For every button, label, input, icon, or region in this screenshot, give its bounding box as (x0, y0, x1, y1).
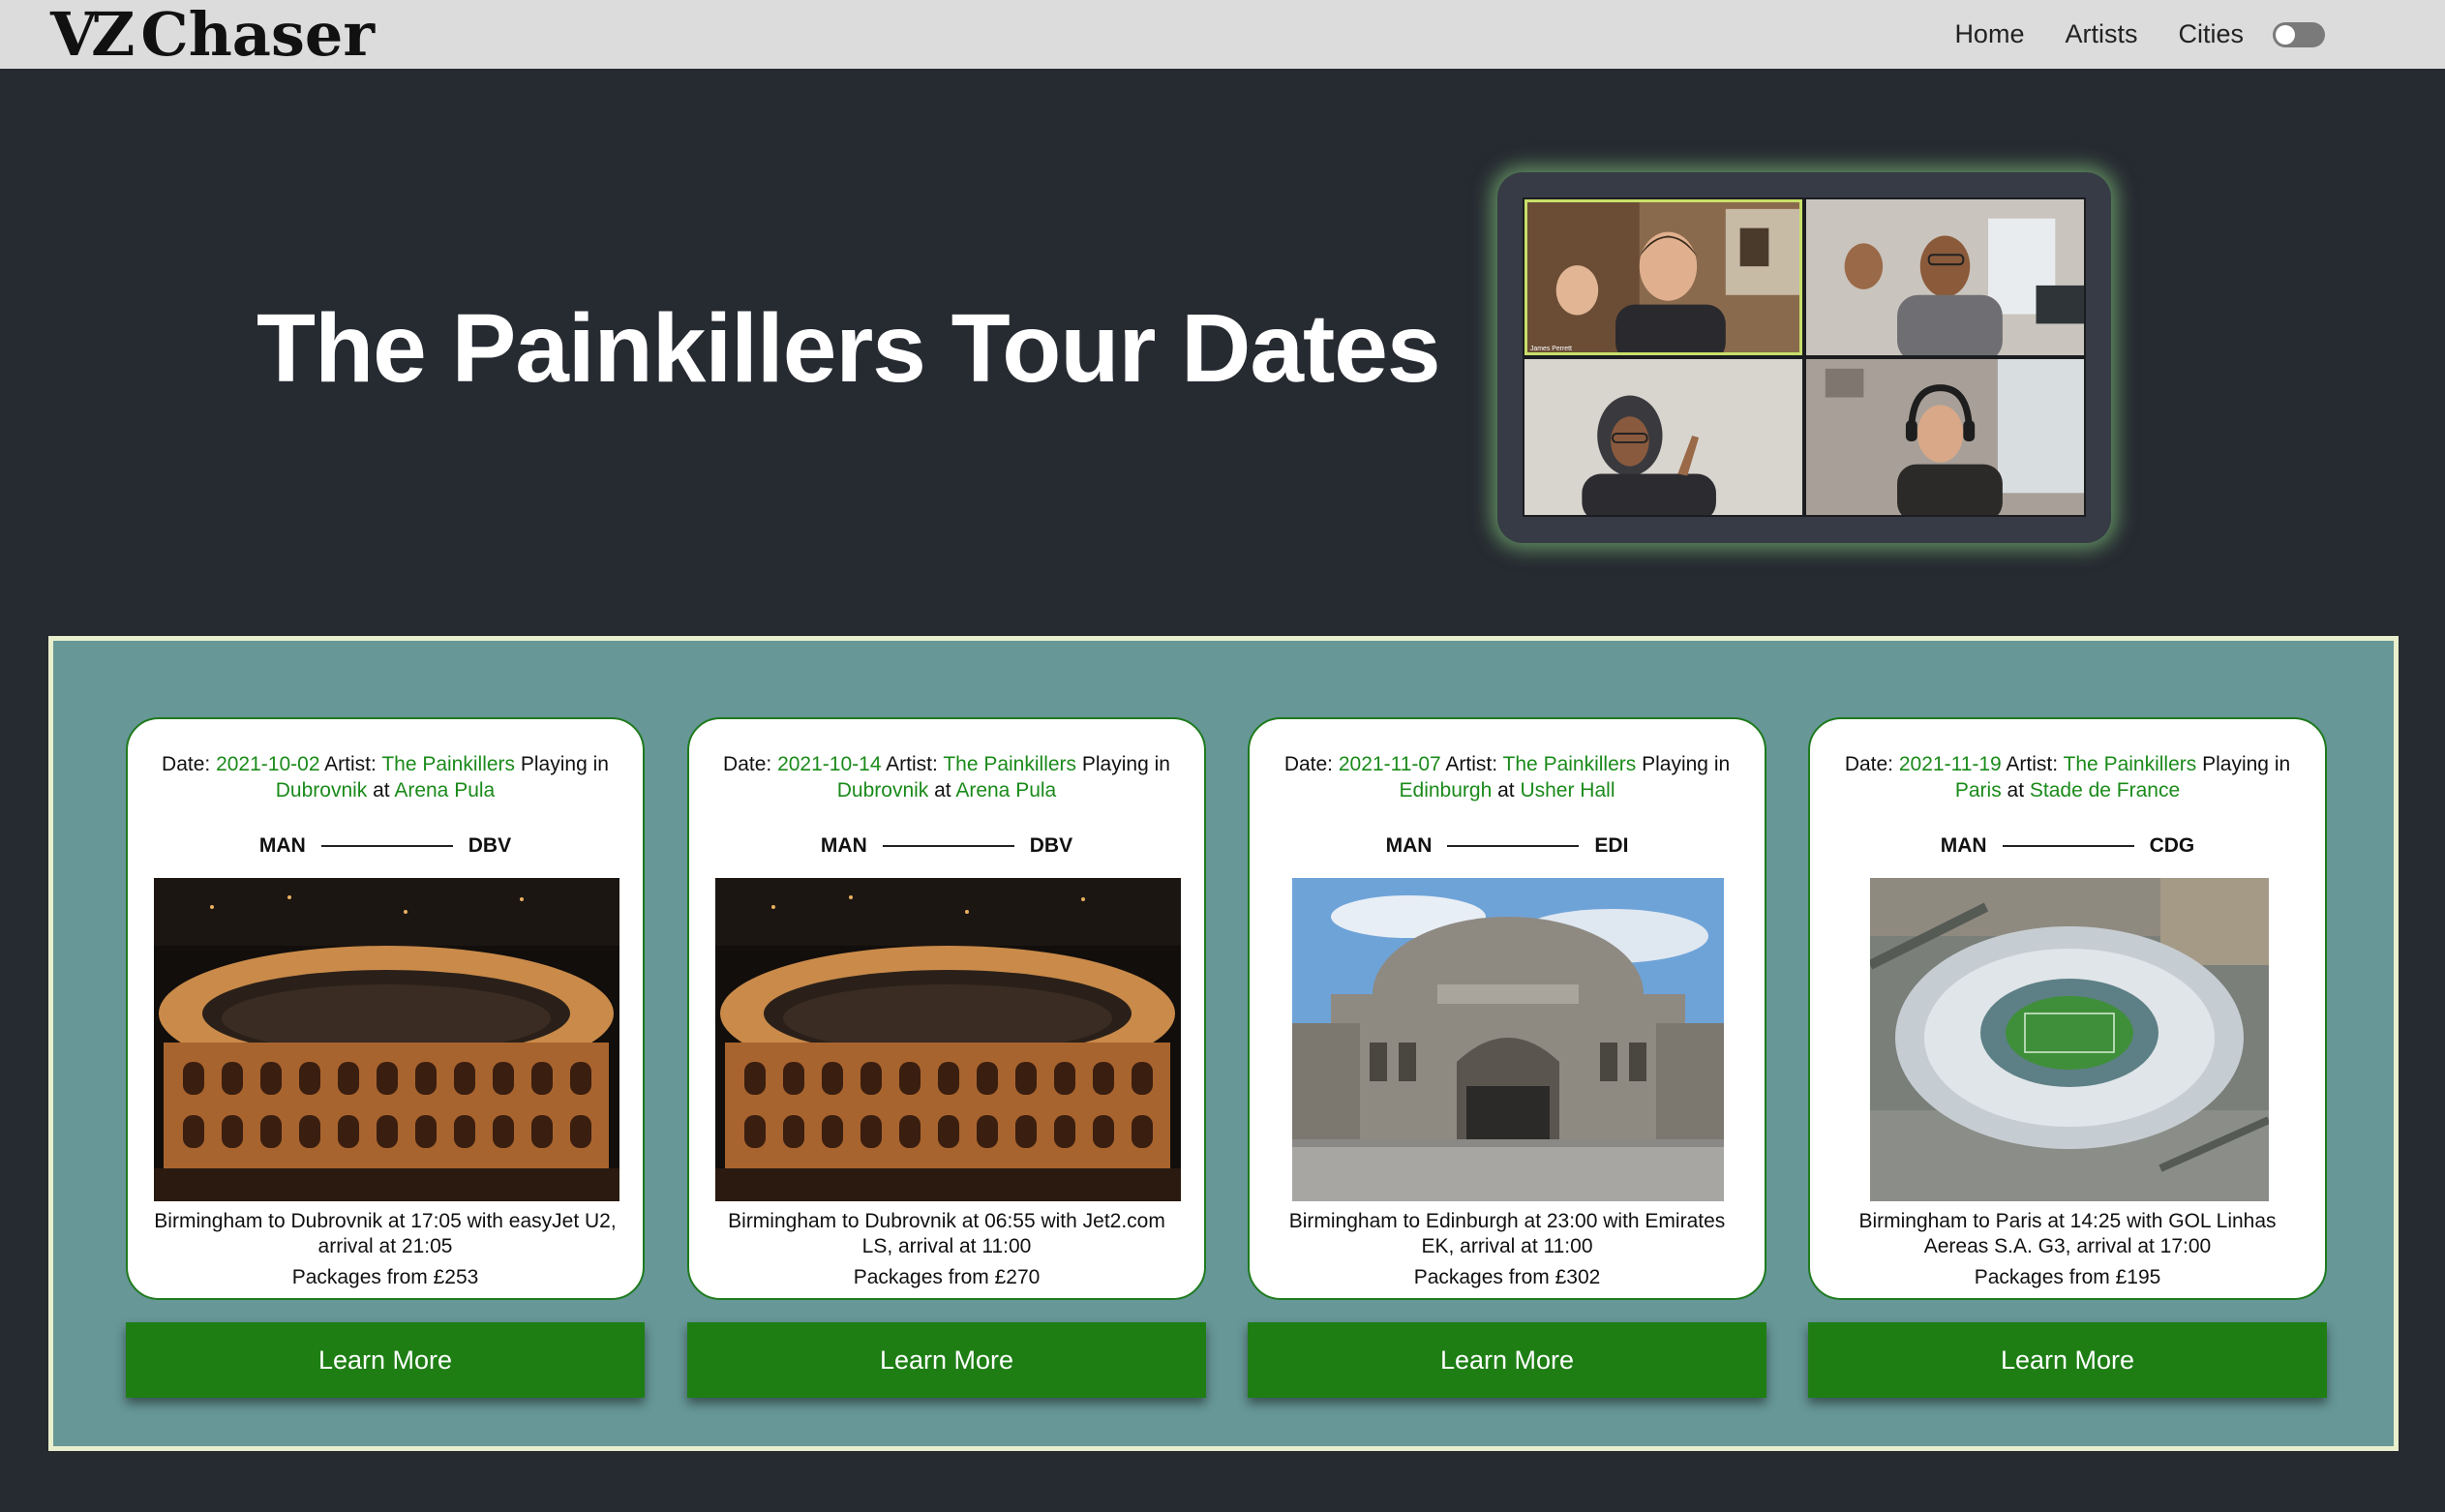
nav-link-home[interactable]: Home (1954, 19, 2024, 49)
flight-details: Birmingham to Paris at 14:25 with GOL Li… (1858, 1210, 2277, 1257)
event-date[interactable]: 2021-11-19 (1899, 753, 2002, 775)
date-label: Date: (162, 753, 217, 775)
event-date[interactable]: 2021-11-07 (1339, 753, 1441, 775)
at-label: at (2001, 779, 2030, 801)
learn-more-button[interactable]: Learn More (687, 1322, 1206, 1398)
venue-image (1292, 878, 1724, 1201)
dark-mode-toggle[interactable] (2273, 21, 2325, 47)
event-venue[interactable]: Stade de France (2030, 779, 2180, 801)
playing-label: Playing in (515, 753, 609, 775)
date-label: Date: (1283, 753, 1339, 775)
learn-more-button[interactable]: Learn More (1808, 1322, 2327, 1398)
route-line (320, 845, 453, 847)
svg-text:James Perrett: James Perrett (1530, 346, 1572, 352)
origin-airport-code: MAN (1940, 834, 1987, 857)
event-city[interactable]: Dubrovnik (837, 779, 929, 801)
event-info: Date: 2021-10-14 Artist: The Painkillers… (709, 751, 1185, 803)
tour-date-card: Date: 2021-10-02 Artist: The Painkillers… (126, 717, 645, 1300)
event-venue[interactable]: Arena Pula (955, 779, 1056, 801)
playing-label: Playing in (1076, 753, 1170, 775)
video-tile (1806, 199, 2084, 355)
flight-route: MAN CDG (1810, 834, 2325, 858)
event-city[interactable]: Dubrovnik (276, 779, 368, 801)
playing-label: Playing in (1636, 753, 1731, 775)
destination-airport-code: CDG (2149, 834, 2195, 857)
event-artist[interactable]: The Painkillers (381, 753, 515, 775)
destination-airport-code: EDI (1594, 834, 1629, 857)
hero-video-call-image: James Perrett (1497, 172, 2111, 543)
event-date[interactable]: 2021-10-14 (777, 753, 881, 775)
artist-label: Artist: (881, 753, 944, 775)
artist-label: Artist: (1440, 753, 1503, 775)
route-line (882, 845, 1014, 847)
top-navbar: VZ Chaser Home Artists Cities (0, 0, 2445, 70)
event-venue[interactable]: Arena Pula (394, 779, 495, 801)
event-artist[interactable]: The Painkillers (2064, 753, 2197, 775)
package-price: Packages from £195 (1974, 1266, 2161, 1288)
video-tile (1806, 359, 2084, 515)
venue-image (1870, 878, 2269, 1201)
tour-date-card: Date: 2021-11-07 Artist: The Painkillers… (1248, 717, 1766, 1300)
event-venue[interactable]: Usher Hall (1520, 779, 1615, 801)
logo-mark: VZ (50, 0, 135, 70)
at-label: at (928, 779, 956, 801)
video-tile: James Perrett (1524, 199, 1802, 355)
event-city[interactable]: Paris (1955, 779, 2002, 801)
event-date[interactable]: 2021-10-02 (216, 753, 319, 775)
video-call-grid: James Perrett (1523, 197, 2086, 517)
origin-airport-code: MAN (820, 834, 867, 857)
event-city[interactable]: Edinburgh (1400, 779, 1493, 801)
tour-dates-panel: Date: 2021-10-02 Artist: The Painkillers… (48, 636, 2399, 1451)
at-label: at (1492, 779, 1521, 801)
date-label: Date: (723, 753, 778, 775)
flight-details: Birmingham to Dubrovnik at 06:55 with Je… (728, 1210, 1165, 1257)
artist-label: Artist: (2001, 753, 2064, 775)
venue-image (715, 878, 1181, 1201)
learn-more-button[interactable]: Learn More (126, 1322, 645, 1398)
nav-link-cities[interactable]: Cities (2178, 19, 2244, 49)
venue-image (154, 878, 619, 1201)
destination-airport-code: DBV (468, 834, 512, 857)
route-line (1447, 845, 1580, 847)
flight-route: MAN DBV (689, 834, 1204, 858)
origin-airport-code: MAN (1385, 834, 1433, 857)
event-info: Date: 2021-11-07 Artist: The Painkillers… (1269, 751, 1745, 803)
learn-more-button[interactable]: Learn More (1248, 1322, 1766, 1398)
flight-details: Birmingham to Dubrovnik at 17:05 with ea… (154, 1210, 617, 1257)
event-info: Date: 2021-10-02 Artist: The Painkillers… (147, 751, 623, 803)
origin-airport-code: MAN (258, 834, 306, 857)
nav-link-artists[interactable]: Artists (2065, 19, 2137, 49)
tour-date-card: Date: 2021-11-19 Artist: The Painkillers… (1808, 717, 2327, 1300)
date-label: Date: (1844, 753, 1899, 775)
package-price: Packages from £270 (853, 1266, 1041, 1288)
artist-label: Artist: (319, 753, 382, 775)
nav-links: Home Artists Cities (1954, 0, 2445, 69)
destination-airport-code: DBV (1029, 834, 1073, 857)
package-price: Packages from £253 (291, 1266, 479, 1288)
at-label: at (367, 779, 395, 801)
flight-details: Birmingham to Edinburgh at 23:00 with Em… (1288, 1210, 1726, 1257)
event-info: Date: 2021-11-19 Artist: The Painkillers… (1829, 751, 2306, 803)
logo-text: Chaser (140, 0, 375, 70)
flight-route: MAN EDI (1250, 834, 1765, 858)
event-artist[interactable]: The Painkillers (1503, 753, 1637, 775)
video-tile (1524, 359, 1802, 515)
site-logo[interactable]: VZ Chaser (50, 0, 375, 70)
package-price: Packages from £302 (1413, 1266, 1601, 1288)
tour-date-card: Date: 2021-10-14 Artist: The Painkillers… (687, 717, 1206, 1300)
playing-label: Playing in (2196, 753, 2291, 775)
route-line (2002, 845, 2134, 847)
toggle-knob (2276, 24, 2295, 45)
flight-route: MAN DBV (128, 834, 643, 858)
page-title: The Painkillers Tour Dates (257, 294, 1441, 403)
event-artist[interactable]: The Painkillers (943, 753, 1076, 775)
